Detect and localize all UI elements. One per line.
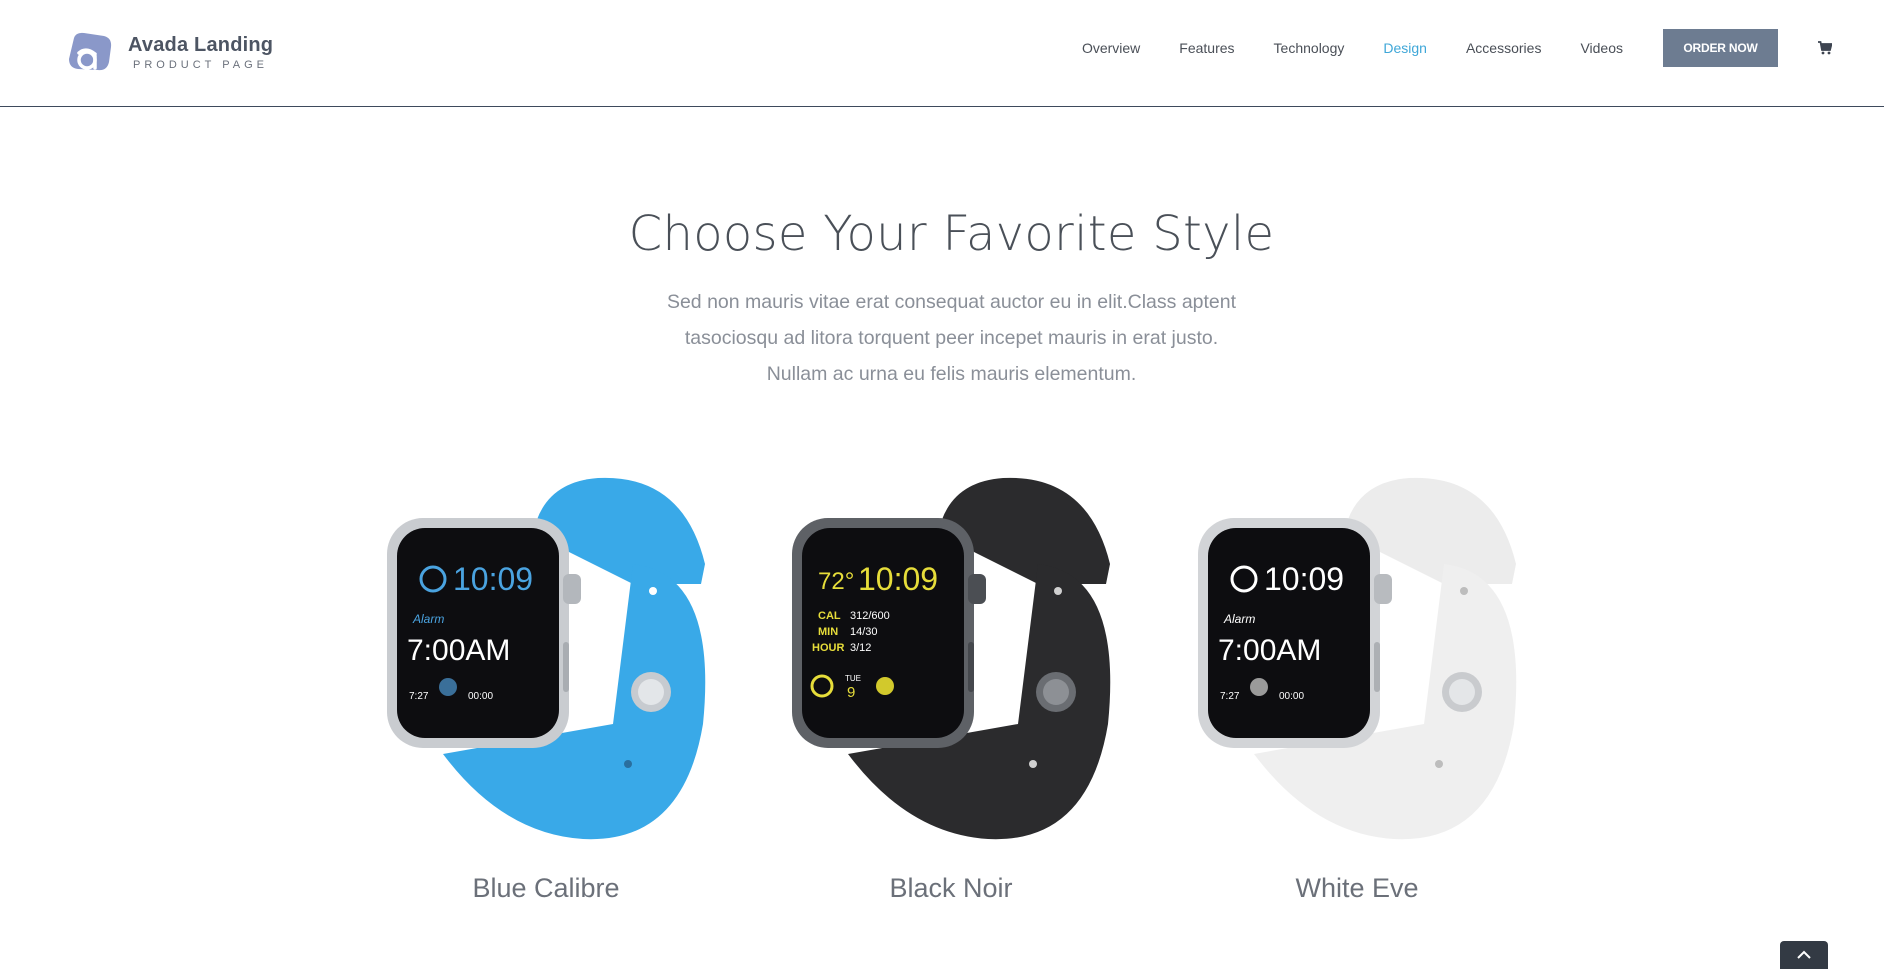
main-nav: Overview Features Technology Design Acce… — [1082, 26, 1832, 70]
nav-videos[interactable]: Videos — [1580, 26, 1623, 70]
svg-text:10:09: 10:09 — [1264, 561, 1344, 597]
section-description: Sed non mauris vitae erat consequat auct… — [666, 291, 1237, 385]
svg-text:TUE: TUE — [845, 674, 861, 683]
svg-text:00:00: 00:00 — [1279, 691, 1304, 702]
svg-text:Alarm: Alarm — [412, 612, 444, 626]
logo-icon — [69, 32, 112, 71]
nav-accessories[interactable]: Accessories — [1466, 26, 1541, 70]
svg-text:9: 9 — [847, 684, 855, 701]
svg-text:3/12: 3/12 — [850, 642, 871, 654]
product-name-black-noir[interactable]: Black Noir — [801, 873, 1101, 904]
nav-technology[interactable]: Technology — [1274, 26, 1345, 70]
svg-text:HOUR: HOUR — [812, 642, 844, 654]
scroll-to-top-button[interactable] — [1780, 941, 1828, 969]
product-image-white-eve[interactable]: 10:09 Alarm 7:00AM 7:27 00:00 — [1194, 474, 1524, 844]
svg-text:312/600: 312/600 — [850, 610, 890, 622]
logo-title: Avada Landing — [128, 33, 274, 56]
order-now-button[interactable]: ORDER NOW — [1663, 29, 1778, 67]
nav-overview[interactable]: Overview — [1082, 26, 1140, 70]
svg-text:7:00AM: 7:00AM — [407, 634, 510, 667]
product-name-white-eve[interactable]: White Eve — [1207, 873, 1507, 904]
svg-text:10:09: 10:09 — [453, 561, 533, 597]
logo-subtitle: PRODUCT PAGE — [133, 58, 268, 71]
site-header: Avada Landing PRODUCT PAGE Overview Feat… — [0, 0, 1884, 107]
logo[interactable]: Avada Landing PRODUCT PAGE — [66, 30, 273, 74]
svg-text:7:00AM: 7:00AM — [1218, 634, 1321, 667]
svg-text:7:27: 7:27 — [409, 691, 429, 702]
product-image-black-noir[interactable]: 72° 10:09 CAL 312/600 MIN 14/30 HOUR 3/1… — [788, 474, 1118, 844]
svg-text:00:00: 00:00 — [468, 691, 493, 702]
chevron-up-icon — [1797, 950, 1811, 959]
svg-text:Alarm: Alarm — [1223, 612, 1255, 626]
svg-text:72°: 72° — [818, 568, 854, 595]
nav-features[interactable]: Features — [1179, 26, 1234, 70]
svg-text:7:27: 7:27 — [1220, 691, 1240, 702]
product-name-blue-calibre[interactable]: Blue Calibre — [396, 873, 696, 904]
nav-design[interactable]: Design — [1383, 26, 1427, 70]
product-image-blue-calibre[interactable]: 10:09 Alarm 7:00AM 7:27 00:00 — [383, 474, 713, 844]
svg-text:CAL: CAL — [818, 610, 841, 622]
svg-text:10:09: 10:09 — [858, 561, 938, 597]
shopping-cart-icon[interactable] — [1818, 41, 1832, 55]
section-title: Choose Your Favorite Style — [628, 206, 1275, 262]
svg-text:MIN: MIN — [818, 626, 838, 638]
svg-text:14/30: 14/30 — [850, 626, 878, 638]
